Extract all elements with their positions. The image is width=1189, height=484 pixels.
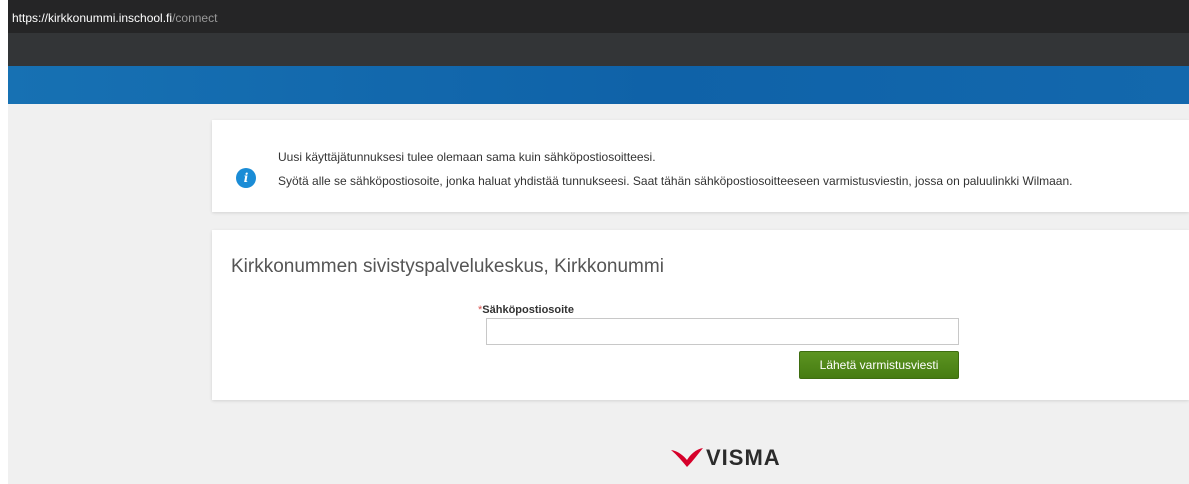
info-text-line2: Syötä alle se sähköpostiosoite, jonka ha…: [278, 174, 1073, 188]
email-field-label: *Sähköpostiosoite: [478, 304, 574, 316]
url-path: /connect: [172, 11, 218, 25]
info-notice: i Uusi käyttäjätunnuksesi tulee olemaan …: [212, 120, 1189, 212]
info-text-line1: Uusi käyttäjätunnuksesi tulee olemaan sa…: [278, 150, 656, 164]
browser-toolbar: [8, 33, 1189, 66]
visma-logo-text: VISMA: [706, 445, 781, 470]
url-host: https://kirkkonummi.inschool.fi: [12, 11, 173, 25]
url-text[interactable]: https://kirkkonummi.inschool.fi/connect: [12, 11, 217, 25]
organization-title: Kirkkonummen sivistyspalvelukeskus, Kirk…: [231, 256, 664, 277]
visma-swoosh-icon: [671, 448, 703, 467]
email-label-text: Sähköpostiosoite: [482, 304, 574, 316]
email-form-card: Kirkkonummen sivistyspalvelukeskus, Kirk…: [212, 230, 1189, 400]
send-verification-button[interactable]: Lähetä varmistusviesti: [799, 351, 959, 379]
info-icon: i: [236, 168, 256, 188]
address-bar[interactable]: https://kirkkonummi.inschool.fi/connect: [8, 0, 1189, 33]
email-field[interactable]: [486, 318, 959, 345]
site-header-bar: [8, 66, 1189, 104]
page-content: i Uusi käyttäjätunnuksesi tulee olemaan …: [8, 104, 1189, 484]
